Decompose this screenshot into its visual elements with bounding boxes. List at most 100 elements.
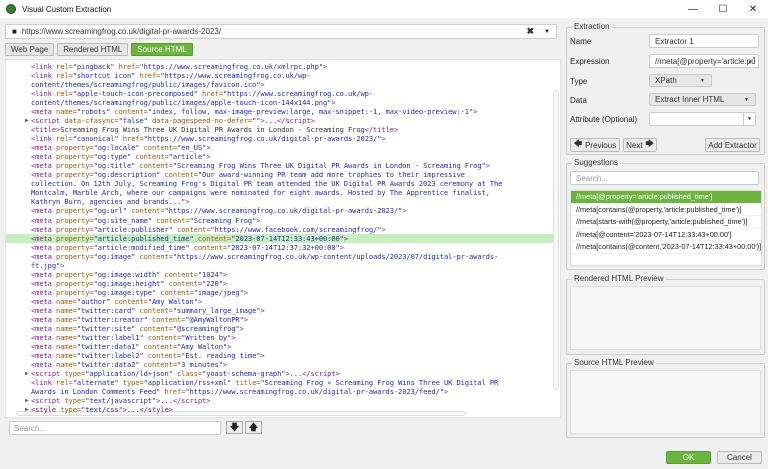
source-line[interactable]: ft.jpg"> [6, 261, 554, 270]
tab-rendered-html[interactable]: Rendered HTML [57, 43, 129, 56]
source-line[interactable]: <meta property="og:image:width" content=… [6, 270, 554, 279]
minimize-button[interactable]: — [678, 0, 708, 18]
attribute-token: content= [168, 278, 203, 288]
ok-button[interactable]: OK [666, 451, 711, 464]
expression-input[interactable]: //meta[@property='article:pu ⤢ [649, 54, 759, 68]
tag-token: <title> [31, 125, 61, 135]
suggestion-item[interactable]: //meta[contains(@content,'2023-07-14T12:… [571, 241, 761, 254]
value-token: "1024" [197, 269, 223, 279]
value-token: "pingback" [72, 62, 115, 71]
extraction-legend: Extraction [572, 22, 612, 31]
expand-node-icon[interactable]: ▶ [25, 369, 29, 378]
name-input[interactable]: Extractor 1 [649, 34, 759, 48]
source-line[interactable]: <link rel="shortcut icon" href="https://… [6, 71, 554, 80]
cancel-button[interactable]: Cancel [717, 451, 762, 464]
source-line[interactable]: ▶ <script data-cfasync="false" data-pages… [6, 116, 554, 125]
attribute-token: content= [164, 170, 198, 180]
url-bar[interactable]: ■ https://www.screamingfrog.co.uk/digita… [5, 24, 557, 39]
source-line[interactable]: <meta property="og:image" content="https… [6, 252, 554, 261]
source-line[interactable]: <link rel="apple-touch-icon-precomposed"… [6, 89, 554, 98]
source-line[interactable]: <meta property="og:type" content="articl… [6, 152, 554, 161]
add-extractor-button[interactable]: Add Extractor [705, 138, 760, 152]
highlighted-source-line[interactable]: <meta property="article:published_time" … [6, 233, 554, 243]
attribute-token: content= [147, 350, 182, 360]
source-line[interactable]: <meta property="og:image:type" content="… [6, 288, 554, 297]
tag-token: </style> [139, 405, 173, 415]
value-token: "robots" [76, 107, 111, 117]
source-line[interactable]: <meta property="og:title" content="Screa… [6, 161, 554, 170]
tag-token: > [256, 215, 261, 225]
expand-node-icon[interactable]: ▶ [25, 405, 29, 414]
source-line[interactable]: content/themes/screamingfrog/public/imag… [6, 80, 554, 89]
source-line[interactable]: ▶ <style type="text/css">...</style> [6, 405, 554, 414]
expand-icon[interactable]: ⤢ [749, 56, 755, 66]
source-line[interactable]: <meta property="og:url" content="https:/… [6, 206, 554, 215]
source-line[interactable]: <meta name="twitter:data2" content="3 mi… [6, 360, 554, 369]
source-line[interactable]: <meta name="robots" content="index, foll… [6, 107, 554, 116]
source-line[interactable]: Kathryn Burn, agencies and brands..."> [6, 197, 554, 206]
source-html-viewer[interactable]: <link rel="pingback" href="https://www.s… [5, 59, 561, 418]
source-line[interactable]: <title>Screaming Frog Wins Three UK Digi… [6, 125, 554, 134]
attribute-input[interactable]: ▼ [649, 112, 756, 126]
source-line[interactable]: Awards in London Comments Feed" href="ht… [6, 387, 554, 396]
suggestion-item[interactable]: //meta[starts-with(@property,'article:pu… [571, 216, 761, 229]
source-line[interactable]: <meta name="twitter:card" content="summa… [6, 306, 554, 315]
close-button[interactable]: ✕ [738, 0, 768, 18]
expand-node-icon[interactable]: ▶ [25, 116, 29, 125]
suggestions-search-input[interactable]: Search... [570, 171, 759, 185]
attribute-token: rel= [56, 62, 73, 71]
attribute-token: content= [160, 287, 194, 297]
maximize-button[interactable]: ☐ [708, 0, 738, 18]
source-line[interactable]: <meta name="twitter:label2" content="Est… [6, 351, 554, 360]
tab-source-html[interactable]: Source HTML [131, 43, 193, 56]
expand-node-icon[interactable]: ▶ [25, 396, 29, 405]
source-line[interactable]: <meta name="twitter:creator" content="@A… [6, 315, 554, 324]
previous-button[interactable]: 🡄 Previous [570, 138, 620, 152]
source-line[interactable]: <meta name="twitter:site" content="@scre… [6, 324, 554, 333]
next-button[interactable]: Next 🡆 [623, 138, 657, 152]
type-select[interactable]: XPath ▼ [649, 74, 712, 87]
url-input[interactable]: https://www.screamingfrog.co.uk/digital-… [22, 27, 221, 36]
value-token: "og:image:width" [93, 269, 161, 279]
suggestion-item[interactable]: //meta[contains(@property,'article:publi… [571, 204, 761, 216]
source-line[interactable]: <link rel="canonical" href="https://www.… [6, 134, 554, 143]
source-line[interactable]: <link rel="pingback" href="https://www.s… [6, 62, 554, 71]
source-line[interactable]: Montcalm, Marble Arch, where our campaig… [6, 188, 554, 197]
source-line[interactable]: <meta property="og:locale" content="en_U… [6, 143, 554, 152]
source-line[interactable]: <meta property="article:modified_time" c… [6, 243, 554, 252]
tab-web-page[interactable]: Web Page [5, 43, 55, 56]
source-line[interactable]: <meta property="article:publisher" conte… [6, 225, 554, 234]
source-line[interactable]: ▶ <script type="application/ld+json" clas… [6, 369, 554, 378]
search-next-button[interactable]: 🡇 [226, 421, 243, 434]
suggestions-list[interactable]: //meta[@property='article:published_time… [570, 190, 762, 266]
source-search-input[interactable]: Search... [9, 421, 221, 435]
suggestion-item[interactable]: //meta[@content='2023-07-14T12:33:43+00:… [571, 229, 761, 241]
source-line[interactable]: <meta name="twitter:data1" content="Amy … [6, 342, 554, 351]
source-line[interactable]: <meta property="og:site_name" content="S… [6, 216, 554, 225]
type-label: Type [570, 77, 588, 86]
source-line[interactable]: <link rel="alternate" type="application/… [6, 378, 554, 387]
chevron-down-icon[interactable]: ▼ [743, 113, 755, 125]
attribute-token: data-pagespeed-no-defer= [151, 116, 253, 126]
search-prev-button[interactable]: 🡅 [245, 421, 262, 434]
source-line[interactable]: <meta property="og:description" content=… [6, 170, 554, 179]
value-token: "og:image:height" [93, 278, 165, 288]
attribute-token: property= [56, 242, 94, 252]
text-token: Screaming Frog Wins Three UK Digital PR … [60, 125, 365, 135]
attribute-token: name= [56, 296, 77, 306]
value-token: collection. On 12th July, Screaming Frog… [31, 179, 503, 189]
data-select[interactable]: Extract Inner HTML ▼ [649, 93, 756, 106]
clear-url-icon[interactable]: ✖ [526, 26, 534, 37]
source-line[interactable]: collection. On 12th July, Screaming Frog… [6, 179, 554, 188]
value-token: "text/css" [81, 405, 123, 415]
text-token: ... [289, 369, 303, 379]
source-line[interactable]: <meta name="twitter:label1" content="Wri… [6, 333, 554, 342]
source-line[interactable]: <meta property="og:image:height" content… [6, 279, 554, 288]
url-dropdown-icon[interactable]: ▼ [544, 29, 550, 35]
suggestion-item[interactable]: //meta[@property='article:published_time… [571, 191, 761, 204]
tag-token: > [331, 98, 336, 108]
source-line[interactable]: ▶ <script type="text/javascript">...</scr… [6, 396, 554, 405]
source-line[interactable]: content/themes/screamingfrog/public/imag… [6, 98, 554, 107]
source-line[interactable]: <meta name="author" content="Amy Walton"… [6, 297, 554, 306]
attribute-token: content= [177, 224, 211, 234]
